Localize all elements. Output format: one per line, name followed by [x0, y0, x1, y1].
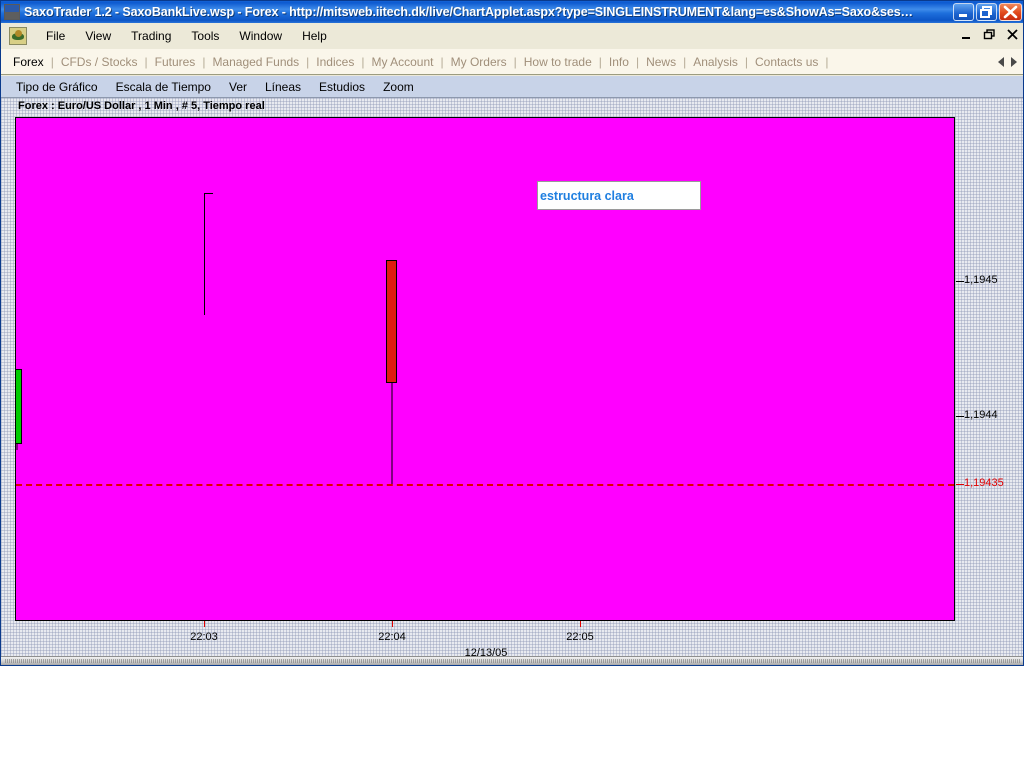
tab-separator: |	[825, 54, 829, 69]
x-axis-date-label: 12/13/05	[464, 647, 508, 659]
candle-body	[16, 369, 22, 444]
application-icon[interactable]	[9, 27, 27, 45]
x-axis-label: 22:03	[190, 631, 218, 643]
mdi-window-controls	[959, 27, 1021, 42]
tab-my-account[interactable]: My Account	[364, 54, 440, 70]
tab-forex[interactable]: Forex	[6, 54, 51, 70]
chart-annotation-text: estructura clara	[540, 188, 634, 203]
tab-info[interactable]: Info	[602, 54, 636, 70]
x-axis-tick	[392, 621, 393, 627]
mdi-close-icon[interactable]	[1005, 27, 1021, 42]
tab-my-orders[interactable]: My Orders	[444, 54, 514, 70]
y-axis-label: 1,1944	[964, 409, 998, 422]
candle-body	[386, 260, 397, 383]
scroll-left-icon[interactable]	[998, 56, 1004, 67]
tab-indices[interactable]: Indices	[309, 54, 361, 70]
product-tab-strip: Forex | CFDs / Stocks | Futures | Manage…	[1, 49, 1023, 75]
chart-annotation[interactable]: estructura clara	[537, 181, 701, 210]
candle-open-tick	[204, 192, 213, 194]
y-axis-tick	[956, 416, 964, 418]
minimize-icon[interactable]	[953, 3, 974, 21]
chart-client-area: Forex : Euro/US Dollar , 1 Min , # 5, Ti…	[1, 98, 1023, 664]
chart-menu-bar: Tipo de Gráfico Escala de Tiempo Ver Lín…	[1, 76, 1023, 98]
chart-menu-zoom[interactable]: Zoom	[374, 78, 423, 96]
title-bar[interactable]: SaxoTrader 1.2 - SaxoBankLive.wsp - Fore…	[1, 1, 1023, 23]
tab-news[interactable]: News	[639, 54, 683, 70]
tab-cfds-stocks[interactable]: CFDs / Stocks	[54, 54, 145, 70]
tab-how-to-trade[interactable]: How to trade	[517, 54, 599, 70]
application-window: SaxoTrader 1.2 - SaxoBankLive.wsp - Fore…	[0, 0, 1024, 666]
chart-plot-area[interactable]: estructura clara	[15, 117, 955, 621]
menu-item-file[interactable]: File	[36, 26, 75, 46]
chart-menu-escala-de-tiempo[interactable]: Escala de Tiempo	[107, 78, 220, 96]
menu-bar: File View Trading Tools Window Help	[1, 23, 1023, 49]
chart-menu-estudios[interactable]: Estudios	[310, 78, 374, 96]
tab-analysis[interactable]: Analysis	[686, 54, 745, 70]
tab-futures[interactable]: Futures	[148, 54, 203, 70]
y-axis-label: 1,1945	[964, 273, 998, 286]
horizontal-scrollbar[interactable]	[1, 656, 1023, 665]
current-price-label: 1,19435	[964, 477, 1004, 490]
chart-menu-lineas[interactable]: Líneas	[256, 78, 310, 96]
candle-down	[386, 260, 397, 485]
x-axis-tick	[580, 621, 581, 627]
candle-doji	[204, 192, 216, 315]
candle-wick	[204, 192, 205, 315]
tab-list: Forex | CFDs / Stocks | Futures | Manage…	[1, 54, 998, 70]
close-icon[interactable]	[999, 3, 1022, 21]
chart-menu-tipo-de-grafico[interactable]: Tipo de Gráfico	[7, 78, 107, 96]
window-controls	[953, 3, 1022, 21]
scroll-right-icon[interactable]	[1011, 56, 1017, 67]
menu-item-help[interactable]: Help	[292, 26, 337, 46]
menu-item-view[interactable]: View	[75, 26, 121, 46]
window-title: SaxoTrader 1.2 - SaxoBankLive.wsp - Fore…	[24, 5, 913, 19]
chart-header-label: Forex : Euro/US Dollar , 1 Min , # 5, Ti…	[18, 100, 265, 112]
x-axis-label: 22:05	[566, 631, 594, 643]
menu-item-trading[interactable]: Trading	[121, 26, 181, 46]
y-axis-tick	[956, 280, 964, 282]
current-price-tick	[956, 484, 964, 486]
saxo-bank-logo-icon[interactable]	[4, 4, 20, 20]
menu-item-tools[interactable]: Tools	[181, 26, 229, 46]
x-axis-label: 22:04	[378, 631, 406, 643]
chart-menu-ver[interactable]: Ver	[220, 78, 256, 96]
tab-managed-funds[interactable]: Managed Funds	[205, 54, 306, 70]
tab-contacts-us[interactable]: Contacts us	[748, 54, 825, 70]
mdi-restore-icon[interactable]	[982, 27, 998, 42]
menu-item-window[interactable]: Window	[229, 26, 292, 46]
current-price-line	[16, 484, 954, 487]
tab-scroll-buttons	[998, 56, 1017, 67]
x-axis-tick	[204, 621, 205, 627]
candle-up	[16, 369, 22, 451]
restore-icon[interactable]	[976, 3, 997, 21]
mdi-minimize-icon[interactable]	[959, 27, 975, 42]
